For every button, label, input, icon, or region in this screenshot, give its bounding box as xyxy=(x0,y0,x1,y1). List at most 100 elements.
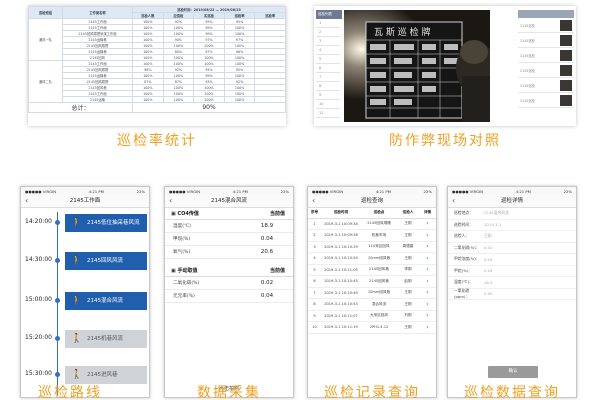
route-step[interactable]: 14:30:00 🚶 2145回风风流 xyxy=(21,252,149,270)
photo-list-item[interactable]: 10 xyxy=(316,100,340,109)
timeline-dot-icon xyxy=(55,372,60,377)
detail-key: 巡检时间： xyxy=(454,221,473,227)
records-table: 序号 巡检时间 巡检点 巡检人 详情 1 2019-3-1 10:09:34 2145回风顺… xyxy=(308,208,436,334)
photo-list-item[interactable]: 2 xyxy=(316,28,340,37)
thumbnail-row[interactable]: 2145巡检 xyxy=(518,48,574,63)
photo-list-item[interactable]: 8 xyxy=(316,82,340,91)
records-col-header: 巡检人 xyxy=(397,208,419,219)
route-step-card[interactable]: 🚶 2145回风风流 xyxy=(65,252,147,270)
back-chevron-icon[interactable]: ‹ xyxy=(25,195,28,207)
measurement-value[interactable]: 0.02 xyxy=(249,280,285,286)
table-row[interactable]: 2 2019-3-1 10:09:56 机巷车场 王刚 › xyxy=(308,229,436,242)
record-cell: 2145回风巷 xyxy=(361,264,397,276)
status-bar: ●●●●● VIRGIN 4:21 PM 22% xyxy=(448,187,576,195)
chevron-right-icon[interactable]: › xyxy=(419,218,436,230)
col-header-team: 巡检班组 xyxy=(28,6,63,19)
thumbnail-row[interactable]: 2145巡检 xyxy=(518,18,574,33)
table-row[interactable]: 8 2019-3-1 10:10:53 混合风流 王刚 › xyxy=(308,298,436,311)
collect-phone: ●●●●● VIRGIN 4:21 PM 22% ‹ 2145混合风流 ▣ CO… xyxy=(164,186,294,398)
photo-list-item[interactable]: 11 xyxy=(316,109,340,118)
record-cell: 8 xyxy=(308,298,321,311)
section-title: 手动取值 xyxy=(177,268,198,274)
photo-list-item[interactable]: 5 xyxy=(316,55,340,64)
carrier-label: ●●●●● VIRGIN xyxy=(312,188,344,194)
section-title: CO4传值 xyxy=(177,211,199,217)
route-step-time: 14:30:00 xyxy=(25,256,52,263)
detail-key: 二氧化碳(%)： xyxy=(454,244,480,250)
chevron-right-icon[interactable]: › xyxy=(419,310,436,322)
chevron-right-icon[interactable]: › xyxy=(419,264,436,276)
route-step-card[interactable]: 🚶 2145混合风流 xyxy=(65,292,147,310)
measurement-row: 温度(℃) 18.9 xyxy=(165,220,293,233)
table-row[interactable]: 1 2019-3-1 10:09:34 2145回风顺槽 王刚 › xyxy=(308,218,436,230)
nav-bar: ‹ 2145混合风流 xyxy=(165,195,293,208)
thumbnail-label: 2145巡检 xyxy=(520,69,535,73)
section-col-label: 当前值 xyxy=(269,211,285,217)
detail-row: 甲烷(%)： 0.04 xyxy=(448,266,576,277)
thumbnail-row[interactable]: 2145巡检 xyxy=(518,78,574,93)
chevron-right-icon[interactable]: › xyxy=(419,298,436,311)
photo-list-item[interactable]: 9 xyxy=(316,91,340,100)
route-step[interactable]: 15:20:00 🚶 2145机巷风流 xyxy=(21,330,149,348)
confirm-button[interactable]: 确认 xyxy=(488,366,538,378)
measurement-value[interactable]: 0.04 xyxy=(249,293,285,299)
record-cell: 王刚 xyxy=(397,287,419,299)
back-chevron-icon[interactable]: ‹ xyxy=(169,195,172,207)
back-chevron-icon[interactable]: ‹ xyxy=(452,195,455,207)
detail-value: 王刚 xyxy=(484,233,492,239)
table-row[interactable]: 6 2019-3-1 10:10:45 2145回风巷 赵刚 › xyxy=(308,275,436,288)
table-row[interactable]: 10 2019-3-1 10:11:19 2PH1.4.12 王刚 › xyxy=(308,321,436,334)
thumbnail-row[interactable]: 2145巡检 xyxy=(518,63,574,78)
table-row[interactable]: 5 2019-3-1 10:11:05 2145回风巷 李刚 › xyxy=(308,264,436,276)
chevron-right-icon[interactable]: › xyxy=(419,241,436,253)
back-chevron-icon[interactable]: ‹ xyxy=(312,195,315,207)
photo-list-item[interactable]: 3 xyxy=(316,37,340,46)
page-title: 2145混合风流 xyxy=(211,198,247,204)
chevron-right-icon[interactable]: › xyxy=(419,275,436,288)
route-step-time: 15:20:00 xyxy=(25,334,52,341)
detail-list: 巡检地点： 2145混合风流 巡检时间： 2019-3-1 巡检人： 王刚 二氧化碳(%)：… xyxy=(448,208,576,397)
table-row[interactable]: 9 2019-3-1 10:11:07 大采区回风 刘刚 › xyxy=(308,310,436,322)
nav-bar: ‹ 巡检查询 xyxy=(308,195,436,208)
site-photo[interactable]: 瓦 斯 巡 检 牌 xyxy=(344,10,490,122)
detail-row: 巡检地点： 2145混合风流 xyxy=(448,208,576,220)
record-cell: 2145回风巷 xyxy=(361,275,397,288)
route-step-card[interactable]: 🚶 2145机巷风流 xyxy=(65,330,147,348)
record-cell: 2019-3-1 10:09:34 xyxy=(321,218,361,230)
thumbnail-label: 2145巡检 xyxy=(520,39,535,43)
record-cell: 2019-3-1 10:10:49 xyxy=(321,287,361,299)
table-row[interactable]: 4 2019-3-1 10:10:54 10mm回风巷 王刚 › xyxy=(308,252,436,265)
table-row[interactable]: 3 2019-3-1 10:10:29 110采区回风 周德建 › xyxy=(308,241,436,253)
photo-list-item[interactable]: 7 xyxy=(316,73,340,82)
detail-key: 温度(℃)： xyxy=(454,279,473,285)
record-cell: 2 xyxy=(308,229,321,242)
board-text: 瓦 斯 巡 检 牌 xyxy=(374,26,430,38)
record-cell: 110采区回风 xyxy=(361,241,397,253)
table-row[interactable]: 7 2019-3-1 10:10:49 10mm回风巷 王刚 › xyxy=(308,287,436,299)
measurement-label: 氧气(%) xyxy=(173,250,191,255)
route-step[interactable]: 15:00:00 🚶 2145混合风流 xyxy=(21,292,149,310)
record-cell: 混合风流 xyxy=(361,298,397,311)
detail-value: 2019-3-1 xyxy=(484,222,502,228)
photo-list-item[interactable]: 1 xyxy=(316,19,340,28)
thumbnail-row[interactable]: 2145巡检 xyxy=(518,33,574,48)
chevron-right-icon[interactable]: › xyxy=(419,287,436,299)
route-step-card[interactable]: 🚶 2145低位抽采巷风流 xyxy=(65,214,147,232)
records-col-header: 巡检时间 xyxy=(321,208,361,219)
measurement-label: 元元率(%) xyxy=(173,294,195,299)
timeline-dot-icon xyxy=(55,258,60,263)
chevron-right-icon[interactable]: › xyxy=(419,321,436,334)
chevron-right-icon[interactable]: › xyxy=(419,252,436,265)
chevron-right-icon[interactable]: › xyxy=(419,229,436,242)
section-header-manual: ▣ 手动取值 当前值 xyxy=(165,265,293,277)
photo-list-item[interactable]: 4 xyxy=(316,46,340,55)
thumbnail-row[interactable]: 2145巡检 xyxy=(518,93,574,108)
status-bar: ●●●●● VIRGIN 4:21 PM 22% xyxy=(308,187,436,195)
thumbnail-image xyxy=(560,35,572,46)
walking-person-icon: 🚶 xyxy=(71,296,83,306)
photo-list-item[interactable]: 6 xyxy=(316,64,340,73)
detail-row: 巡检时间： 2019-3-1 xyxy=(448,220,576,231)
measurement-row: 氧气(%) 20.6 xyxy=(165,246,293,259)
route-step[interactable]: 14:20:00 🚶 2145低位抽采巷风流 xyxy=(21,214,149,232)
record-cell: 2019-3-1 10:10:29 xyxy=(321,241,361,253)
